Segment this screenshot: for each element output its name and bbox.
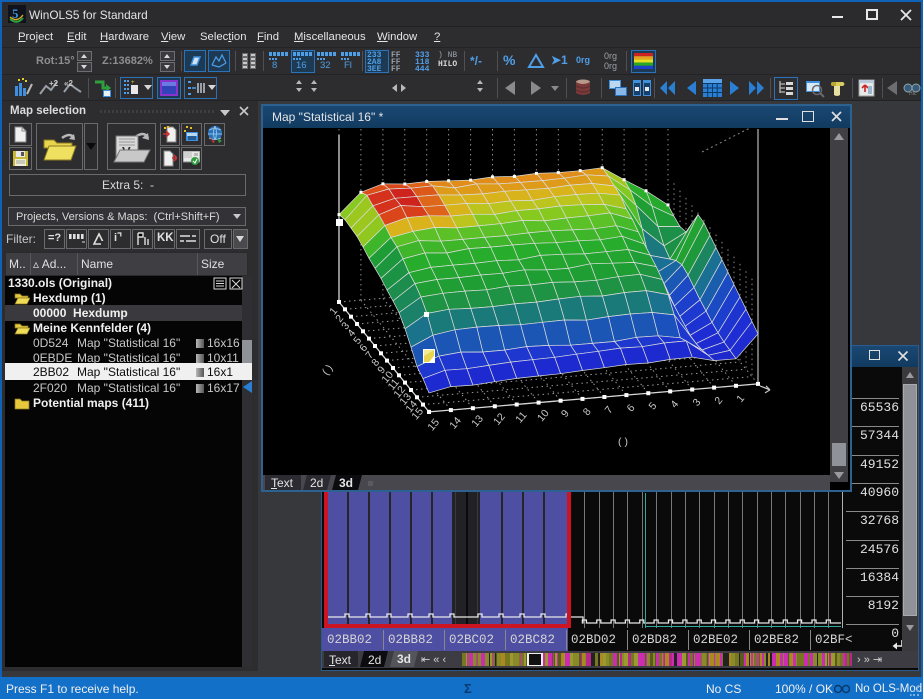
svg-text:+2: +2 bbox=[49, 79, 59, 88]
svg-text:2: 2 bbox=[712, 394, 725, 406]
svg-text:7: 7 bbox=[603, 404, 616, 416]
svg-text:8: 8 bbox=[581, 406, 594, 418]
svg-text:HIL: HIL bbox=[909, 91, 917, 96]
svg-text:+: + bbox=[131, 80, 135, 86]
svg-text:( ): ( ) bbox=[618, 436, 628, 448]
svg-text:6: 6 bbox=[625, 402, 638, 414]
svg-text:5: 5 bbox=[12, 6, 19, 21]
svg-text:«2: «2 bbox=[64, 79, 73, 88]
svg-text:5: 5 bbox=[647, 400, 660, 412]
svg-text:( ): ( ) bbox=[320, 362, 336, 377]
svg-text:3: 3 bbox=[690, 396, 703, 408]
svg-text:9: 9 bbox=[559, 408, 572, 420]
svg-text:1: 1 bbox=[734, 393, 747, 405]
svg-text:13: 13 bbox=[469, 413, 486, 430]
svg-text:15: 15 bbox=[425, 417, 442, 434]
svg-text:12: 12 bbox=[491, 411, 508, 428]
svg-text:14: 14 bbox=[447, 415, 464, 432]
svg-text:10: 10 bbox=[535, 407, 552, 424]
svg-text:11: 11 bbox=[513, 409, 529, 425]
svg-text:4: 4 bbox=[668, 398, 681, 410]
